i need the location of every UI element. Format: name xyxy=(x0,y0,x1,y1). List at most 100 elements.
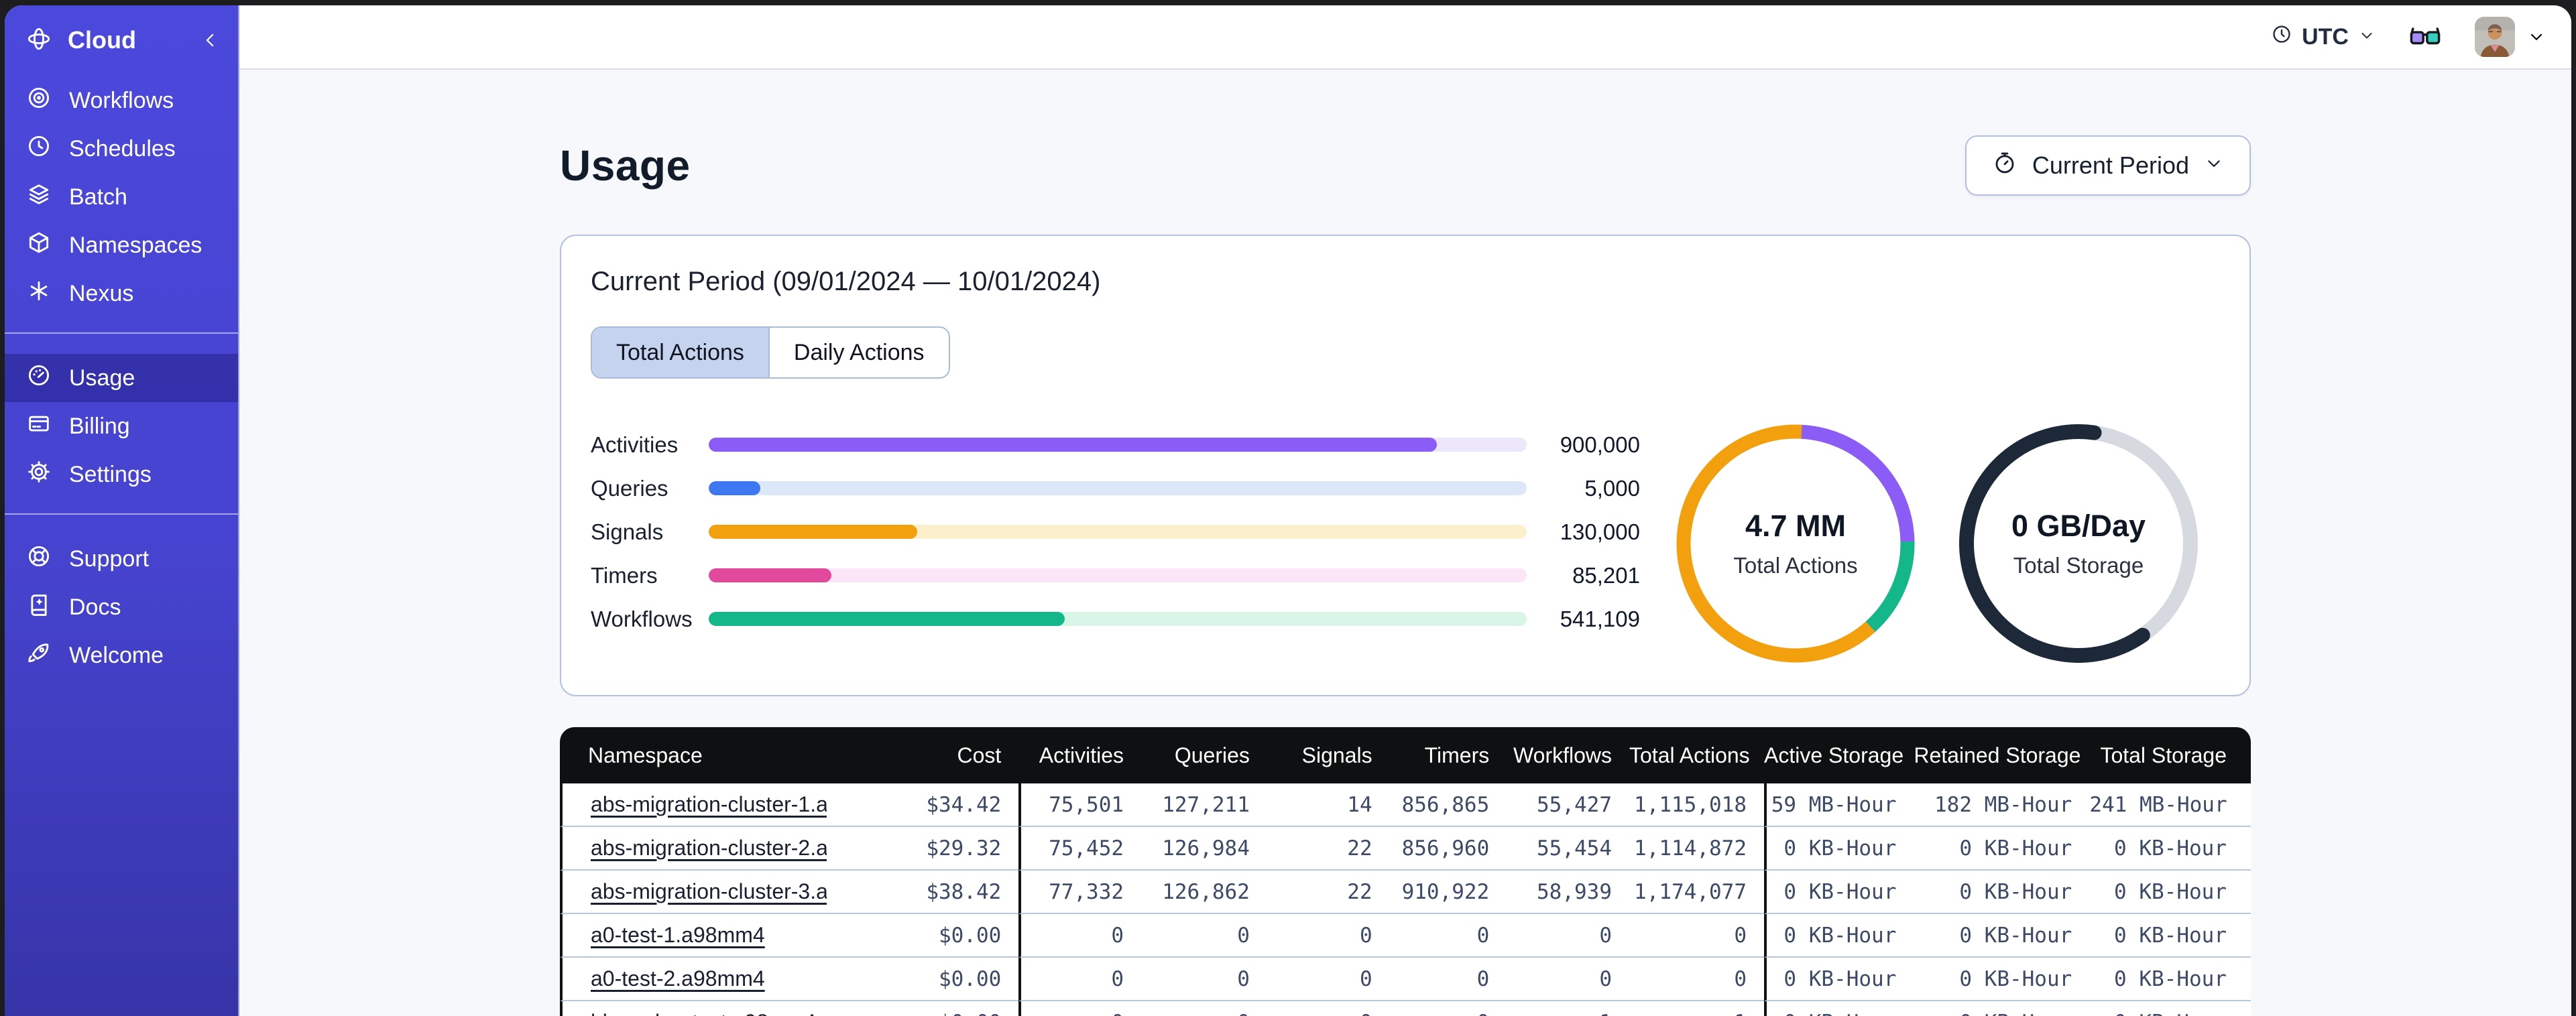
sidebar-item-workflows[interactable]: Workflows xyxy=(5,76,238,125)
sidebar-item-support[interactable]: Support xyxy=(5,535,238,583)
namespace-cell: abs-migration-cluster-3.a98mm4 xyxy=(560,871,827,914)
namespace-link[interactable]: abs-migration-cluster-3.a98mm4 xyxy=(591,879,827,903)
sidebar: Cloud Workflows Schedules Batch Namespaces N… xyxy=(5,5,239,1016)
period-selector-button[interactable]: Current Period xyxy=(1965,135,2251,196)
account-menu[interactable] xyxy=(2475,17,2546,57)
cell-activities: 0 xyxy=(1018,914,1142,958)
sidebar-group: Usage Billing Settings xyxy=(5,354,238,499)
cell-retained-storage: 0 KB-Hour xyxy=(1914,871,2090,914)
sidebar-brand-label: Cloud xyxy=(68,26,136,54)
column-header-total-storage[interactable]: Total Storage xyxy=(2089,727,2251,783)
sidebar-group: Support Docs Welcome xyxy=(5,535,238,680)
bar-track xyxy=(709,481,1527,495)
nexus-icon xyxy=(26,278,52,310)
cell-retained-storage: 0 KB-Hour xyxy=(1914,1001,2090,1016)
chevron-down-icon xyxy=(2527,27,2546,46)
cell-active-storage: 0 KB-Hour xyxy=(1764,914,1914,958)
column-header-signals[interactable]: Signals xyxy=(1267,727,1390,783)
clock-icon xyxy=(2271,23,2292,51)
timezone-selector[interactable]: UTC xyxy=(2271,23,2376,51)
bar-row-timers: Timers 85,201 xyxy=(591,554,1640,597)
topbar: UTC xyxy=(239,5,2571,70)
column-header-workflows[interactable]: Workflows xyxy=(1507,727,1629,783)
donut-label: Total Actions xyxy=(1733,553,1858,578)
cell-activities: 75,501 xyxy=(1018,783,1142,827)
sidebar-item-docs[interactable]: Docs xyxy=(5,583,238,631)
cell-workflows: 55,454 xyxy=(1507,827,1629,871)
tab-total-actions[interactable]: Total Actions xyxy=(592,328,768,377)
namespace-link[interactable]: a0-test-1.a98mm4 xyxy=(591,923,765,947)
bar-track xyxy=(709,568,1527,582)
namespace-cell: a0-test-1.a98mm4 xyxy=(560,914,827,958)
sidebar-item-settings[interactable]: Settings xyxy=(5,450,238,499)
column-header-cost[interactable]: Cost xyxy=(826,727,1019,783)
donut-center: 0 GB/Day Total Storage xyxy=(1959,424,2198,663)
sidebar-item-nexus[interactable]: Nexus xyxy=(5,269,238,318)
cell-workflows: 58,939 xyxy=(1507,871,1629,914)
cell-active-storage: 0 KB-Hour xyxy=(1764,1001,1914,1016)
usage-donuts: 4.7 MM Total Actions 0 GB/Day Total Storage xyxy=(1676,420,2198,663)
cell-retained-storage: 0 KB-Hour xyxy=(1914,958,2090,1001)
namespace-link[interactable]: abs-migration-cluster-1.a98mm4 xyxy=(591,792,827,816)
docs-icon xyxy=(26,592,52,623)
card-title: Current Period (09/01/2024 — 10/01/2024) xyxy=(591,267,1101,296)
bar-track xyxy=(709,612,1527,626)
bar-label: Activities xyxy=(591,432,679,457)
sidebar-item-batch[interactable]: Batch xyxy=(5,173,238,221)
sidebar-collapse-button[interactable] xyxy=(200,30,221,50)
support-icon xyxy=(26,544,52,575)
donut-label: Total Storage xyxy=(2013,553,2144,578)
namespace-cell: abs-migration-cluster-1.a98mm4 xyxy=(560,783,827,827)
sidebar-item-schedules[interactable]: Schedules xyxy=(5,125,238,173)
column-header-namespace[interactable]: Namespace xyxy=(560,727,827,783)
sidebar-item-label: Support xyxy=(69,546,150,572)
cell-cost: $38.42 xyxy=(826,871,1019,914)
namespace-link[interactable]: abs-migration-cluster-2.a98mm4 xyxy=(591,836,827,860)
schedules-icon xyxy=(26,133,52,165)
donut-center: 4.7 MM Total Actions xyxy=(1676,424,1915,663)
namespace-link[interactable]: bk-worker-test.a98mm4 xyxy=(591,1010,816,1016)
column-header-total-actions[interactable]: Total Actions xyxy=(1629,727,1765,783)
chevron-down-icon xyxy=(2358,24,2376,50)
cell-total-actions: 1 xyxy=(1629,1001,1765,1016)
column-header-retained-storage[interactable]: Retained Storage xyxy=(1914,727,2090,783)
sidebar-group: Workflows Schedules Batch Namespaces Nexus xyxy=(5,76,238,318)
sidebar-item-namespaces[interactable]: Namespaces xyxy=(5,221,238,269)
usage-icon xyxy=(26,363,52,394)
batch-icon xyxy=(26,182,52,213)
cell-queries: 0 xyxy=(1141,914,1267,958)
cell-queries: 126,984 xyxy=(1141,827,1267,871)
table-row: a0-test-2.a98mm4 $0.00 0 0 0 0 0 0 0 KB-Hour 0 KB… xyxy=(560,958,2251,1001)
column-header-activities[interactable]: Activities xyxy=(1018,727,1142,783)
table-row: a0-test-1.a98mm4 $0.00 0 0 0 0 0 0 0 KB-Hour 0 KB… xyxy=(560,914,2251,958)
namespace-cell: bk-worker-test.a98mm4 xyxy=(560,1001,827,1016)
sidebar-item-label: Schedules xyxy=(69,135,176,162)
avatar[interactable] xyxy=(2475,17,2515,57)
sidebar-item-billing[interactable]: Billing xyxy=(5,402,238,450)
bar-row-workflows: Workflows 541,109 xyxy=(591,597,1640,641)
sidebar-item-usage[interactable]: Usage xyxy=(5,354,238,402)
column-header-queries[interactable]: Queries xyxy=(1141,727,1267,783)
column-header-active-storage[interactable]: Active Storage xyxy=(1764,727,1914,783)
bar-row-signals: Signals 130,000 xyxy=(591,510,1640,554)
sidebar-item-label: Namespaces xyxy=(69,232,202,258)
main-area: UTC Usage Current Period Current Period … xyxy=(239,5,2571,1016)
cell-timers: 0 xyxy=(1389,958,1507,1001)
feedback-glasses-button[interactable] xyxy=(2408,19,2443,54)
namespace-usage-table: Namespace Cost Activities Queries Signals Tim… xyxy=(560,727,2251,1016)
bar-value: 541,109 xyxy=(1560,606,1640,631)
bar-value: 130,000 xyxy=(1560,519,1640,544)
column-header-timers[interactable]: Timers xyxy=(1389,727,1507,783)
bar-label: Signals xyxy=(591,519,664,544)
namespace-link[interactable]: a0-test-2.a98mm4 xyxy=(591,966,765,991)
cell-cost: $0.00 xyxy=(826,914,1019,958)
cell-activities: 0 xyxy=(1018,1001,1142,1016)
cell-total-storage: 241 MB-Hour xyxy=(2089,783,2251,827)
welcome-icon xyxy=(26,640,52,672)
table-row: bk-worker-test.a98mm4$0.000000110 KB-Hou… xyxy=(560,1001,2251,1016)
namespaces-icon xyxy=(26,230,52,261)
page-header: Usage Current Period xyxy=(560,135,2251,196)
tab-daily-actions[interactable]: Daily Actions xyxy=(768,328,949,377)
sidebar-item-welcome[interactable]: Welcome xyxy=(5,631,238,680)
actions-tab-group: Total Actions Daily Actions xyxy=(591,326,950,379)
